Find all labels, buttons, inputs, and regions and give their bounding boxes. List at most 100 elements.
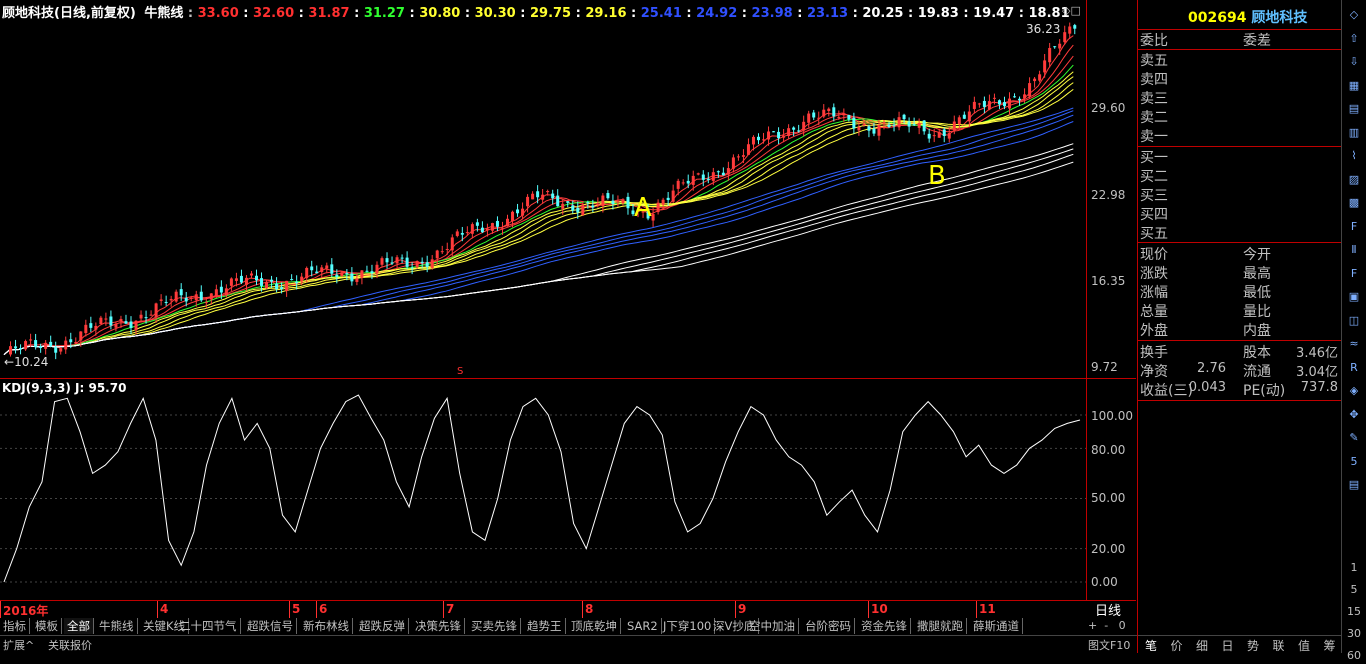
candle (576, 207, 580, 213)
candle (44, 342, 48, 349)
indicator-tab[interactable]: 资金先锋 (858, 618, 911, 634)
candle (114, 323, 118, 328)
weicha-label: 委差 (1243, 33, 1271, 49)
indicator-tab[interactable]: 新布林线 (300, 618, 353, 634)
toolbar-icon[interactable]: ▤ (1345, 477, 1363, 493)
indicator-tab[interactable]: J下穿100 (660, 618, 716, 634)
indicator-value: 23.13 (806, 6, 849, 21)
indicator-tab[interactable]: 指标 (0, 618, 30, 634)
candle (1048, 47, 1052, 63)
expand-button[interactable]: 扩展^ (3, 637, 34, 653)
stat-cell: 股本 (1243, 345, 1271, 361)
candle (1053, 46, 1057, 48)
indicator-tab[interactable]: 撒腿就跑 (914, 618, 967, 634)
candle (500, 228, 504, 230)
order-row: 买五 (1140, 226, 1168, 242)
tab-scroll-controls[interactable]: + - 0 (1088, 619, 1126, 632)
indicator-tab[interactable]: 决策先锋 (412, 618, 465, 634)
candle (762, 139, 766, 141)
indicator-tab[interactable]: 台阶密码 (802, 618, 855, 634)
toolbar-icon[interactable]: ✥ (1345, 407, 1363, 423)
indicator-tab[interactable]: 模板 (32, 618, 62, 634)
candle (79, 331, 83, 341)
toolbar-icon[interactable]: ▣ (1345, 289, 1363, 305)
indicator-tab[interactable]: 二十四节气 (176, 618, 241, 634)
toolbar-icon[interactable]: ⇧ (1345, 31, 1363, 47)
date-tick: 7 (446, 602, 455, 616)
candle (957, 117, 961, 125)
toolbar-icon[interactable]: ⌇ (1345, 148, 1363, 164)
chart-toggle-icon[interactable]: ◇□ (1062, 4, 1081, 17)
indicator-tab[interactable]: 牛熊线 (96, 618, 138, 634)
price-tick: 16.35 (1091, 274, 1126, 288)
candle (285, 280, 289, 291)
indicator-tab[interactable]: 薛斯通道 (970, 618, 1023, 634)
toolbar-icon[interactable]: ◈ (1345, 383, 1363, 399)
candle (676, 180, 680, 189)
period-shortcut[interactable]: 15 (1345, 604, 1363, 620)
period-shortcut[interactable]: 5 (1345, 582, 1363, 598)
stat-cell: 量比 (1243, 304, 1271, 320)
indicator-tab[interactable]: 空中加油 (746, 618, 799, 634)
related-quote-button[interactable]: 关联报价 (48, 637, 92, 653)
toolbar-icon[interactable]: ≈ (1345, 336, 1363, 352)
candle (164, 301, 168, 303)
toolbar-icon[interactable]: ◫ (1345, 313, 1363, 329)
indicator-tab[interactable]: 全部 (64, 618, 94, 634)
indicator-tab[interactable]: SAR2 (624, 618, 662, 634)
kdj-tick: 80.00 (1091, 443, 1126, 457)
candle (390, 262, 394, 264)
candle (822, 109, 826, 117)
candlestick-chart[interactable] (0, 0, 1086, 601)
candle (701, 174, 705, 180)
order-row: 卖五 (1140, 53, 1168, 69)
period-label[interactable]: 日线 (1095, 600, 1121, 619)
stat-row: 涨跌 最高 (1140, 263, 1340, 282)
toolbar-icon[interactable]: F (1345, 266, 1363, 282)
indicator-tab[interactable]: 趋势王 (524, 618, 566, 634)
toolbar-icon[interactable]: 5 (1345, 454, 1363, 470)
indicator-tab[interactable]: 顶底乾坤 (568, 618, 621, 634)
indicator-tab[interactable]: 买卖先锋 (468, 618, 521, 634)
toolbar-icon[interactable]: ▩ (1345, 195, 1363, 211)
candle (772, 131, 776, 133)
toolbar-icon[interactable]: R (1345, 360, 1363, 376)
toolbar-icon[interactable]: ▥ (1345, 125, 1363, 141)
toolbar-icon[interactable]: Ⅱ (1345, 242, 1363, 258)
candle (601, 195, 605, 207)
kdj-tick: 50.00 (1091, 491, 1126, 505)
candle (1023, 94, 1027, 99)
toolbar-icon[interactable]: ◇ (1345, 7, 1363, 23)
period-shortcut[interactable]: 60 (1345, 648, 1363, 664)
indicator-name: 牛熊线 (144, 6, 184, 21)
candle (787, 128, 791, 137)
candle (275, 283, 279, 290)
toolbar-icon[interactable]: ▨ (1345, 172, 1363, 188)
toolbar-icon[interactable]: ✎ (1345, 430, 1363, 446)
indicator-tab[interactable]: 超跌信号 (244, 618, 297, 634)
candle (847, 114, 851, 120)
candle (385, 258, 389, 263)
candle (782, 135, 786, 138)
candle (159, 299, 163, 301)
moving-average-line (3, 153, 1074, 355)
toolbar-icon[interactable]: ⇩ (1345, 54, 1363, 70)
toolbar-icon[interactable]: ▦ (1345, 78, 1363, 94)
candle (194, 294, 198, 301)
moving-average-line (3, 143, 1074, 355)
candle (435, 250, 439, 259)
candle (14, 346, 18, 349)
kdj-tick: 100.00 (1091, 409, 1133, 423)
candle (184, 297, 188, 302)
f10-button[interactable]: 图文F10 (1088, 637, 1130, 653)
candle (54, 347, 58, 353)
indicator-tab[interactable]: 超跌反弹 (356, 618, 409, 634)
side-toolbar: ◇ ⇧ ⇩ ▦ ▤ ▥ ⌇ ▨ ▩ F Ⅱ F ▣ ◫ ≈ R ◈ ✥ ✎ 5 ▤ 1 5 15 30 60 (1341, 0, 1366, 662)
period-shortcut[interactable]: 1 (1345, 560, 1363, 576)
kdj-tick: 0.00 (1091, 575, 1118, 589)
toolbar-icon[interactable]: F (1345, 219, 1363, 235)
candle (1033, 78, 1037, 82)
toolbar-icon[interactable]: ▤ (1345, 101, 1363, 117)
candle (546, 191, 550, 193)
period-shortcut[interactable]: 30 (1345, 626, 1363, 642)
